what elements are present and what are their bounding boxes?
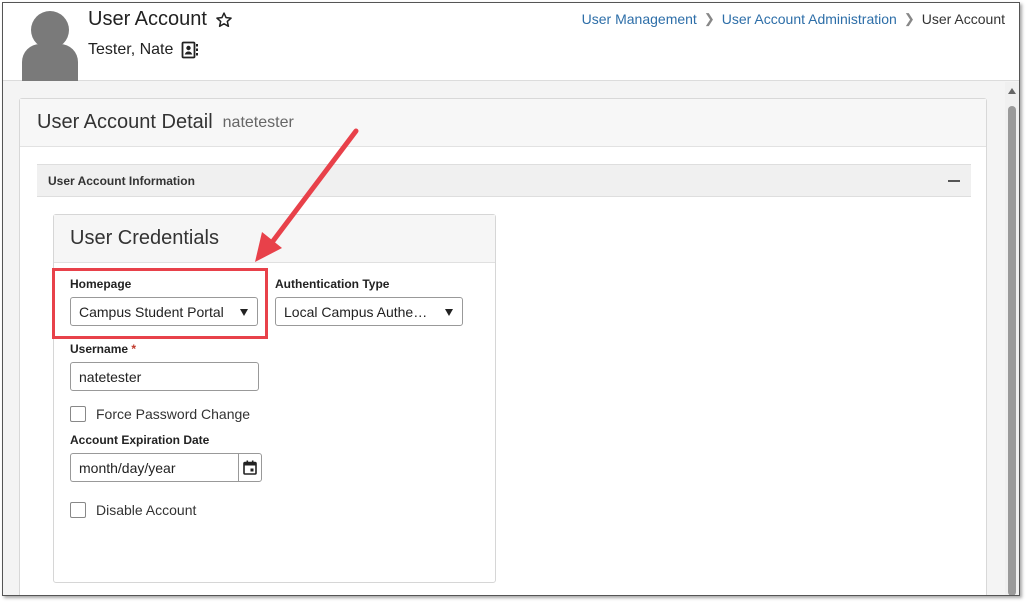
panel-title: User Credentials — [54, 215, 495, 263]
scrollbar-thumb[interactable] — [1008, 106, 1016, 595]
section-title: User Account Information — [48, 173, 195, 188]
detail-header: User Account Detail natetester — [20, 99, 986, 147]
section-user-account-information[interactable]: User Account Information — [37, 164, 971, 197]
avatar — [22, 11, 78, 81]
vertical-scrollbar[interactable] — [1005, 82, 1019, 595]
authentication-type-value: Local Campus Authe… — [284, 303, 428, 320]
page-header: User Account Tester, Nate User Managemen… — [3, 3, 1019, 81]
disable-account-label: Disable Account — [96, 502, 197, 518]
page-title-row: User Account — [88, 8, 233, 31]
chevron-right-icon: ❯ — [903, 11, 915, 26]
authentication-type-label: Authentication Type — [275, 277, 390, 291]
authentication-type-select[interactable]: Local Campus Authe… — [275, 297, 463, 326]
disable-account-row: Disable Account — [70, 502, 196, 518]
force-password-change-checkbox[interactable] — [70, 406, 86, 422]
account-expiration-date-label: Account Expiration Date — [70, 433, 210, 447]
chevron-right-icon: ❯ — [703, 11, 715, 26]
caret-down-icon — [445, 309, 453, 316]
minus-icon[interactable] — [948, 180, 960, 182]
breadcrumb-current: User Account — [921, 11, 1005, 27]
breadcrumb-user-management[interactable]: User Management — [582, 11, 697, 27]
person-name-row: Tester, Nate — [88, 41, 199, 59]
star-outline-icon[interactable] — [215, 11, 233, 29]
breadcrumb-user-account-administration[interactable]: User Account Administration — [722, 11, 897, 27]
force-password-change-row: Force Password Change — [70, 406, 250, 422]
expiration-date-input[interactable]: month/day/year — [70, 453, 238, 482]
disable-account-checkbox[interactable] — [70, 502, 86, 518]
scroll-up-arrow-icon[interactable] — [1008, 88, 1016, 94]
breadcrumb: User Management ❯ User Account Administr… — [582, 11, 1005, 27]
user-account-detail-card: User Account Detail natetester User Acco… — [19, 98, 987, 595]
username-input[interactable]: natetester — [70, 362, 259, 391]
app-window: User Account Tester, Nate User Managemen… — [2, 2, 1020, 596]
force-password-change-label: Force Password Change — [96, 406, 251, 422]
account-expiration-date-field: month/day/year — [70, 453, 262, 482]
contact-card-icon[interactable] — [181, 41, 199, 59]
detail-title: User Account Detail — [37, 111, 213, 133]
username-label: Username * — [70, 342, 137, 356]
homepage-highlight-box — [52, 268, 268, 339]
page-title: User Account — [88, 8, 207, 30]
calendar-icon[interactable] — [238, 453, 262, 482]
person-name: Tester, Nate — [88, 41, 174, 58]
required-marker: * — [131, 342, 137, 356]
detail-username: natetester — [222, 113, 294, 131]
